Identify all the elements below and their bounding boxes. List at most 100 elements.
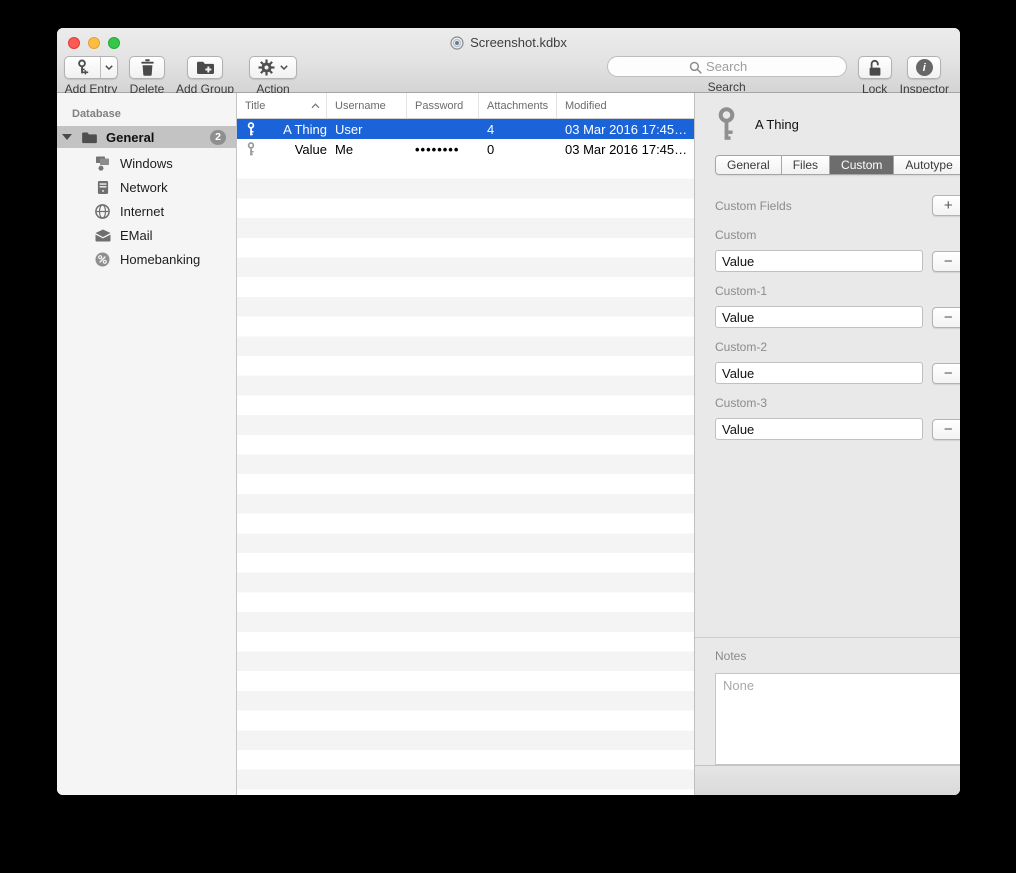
- inspector-footer: [695, 765, 960, 795]
- envelope-icon: [94, 229, 111, 242]
- add-entry-group: Add Entry: [64, 56, 118, 96]
- globe-icon: [94, 204, 111, 219]
- inspector-group: i Inspector: [900, 56, 949, 96]
- custom-field-group: Custom-1 −: [715, 284, 960, 328]
- sidebar: Database General 2: [57, 93, 237, 795]
- search-field[interactable]: [607, 56, 847, 77]
- entry-username: User: [327, 122, 407, 137]
- sidebar-item-email[interactable]: EMail: [57, 223, 236, 247]
- search-group: Search: [607, 56, 847, 94]
- trash-icon: [140, 59, 155, 76]
- percent-circle-icon: [94, 252, 111, 267]
- titlebar[interactable]: Screenshot.kdbx: [57, 28, 960, 56]
- tab-autotype[interactable]: Autotype: [894, 156, 960, 174]
- table-row[interactable]: A Thing User 4 03 Mar 2016 17:45…: [237, 119, 694, 139]
- sidebar-item-network[interactable]: Network: [57, 175, 236, 199]
- info-icon: i: [916, 59, 933, 76]
- notes-section: Notes: [695, 637, 960, 770]
- entry-modified: 03 Mar 2016 17:45…: [557, 122, 694, 137]
- field-value-input[interactable]: [715, 418, 923, 440]
- document-icon: [450, 36, 464, 50]
- disclosure-triangle-icon[interactable]: [62, 134, 72, 140]
- inspector-button[interactable]: i: [907, 56, 941, 79]
- custom-field-group: Custom −: [715, 228, 960, 272]
- column-header-username[interactable]: Username: [327, 93, 407, 118]
- sidebar-item-label: Network: [120, 180, 168, 195]
- remove-field-button[interactable]: −: [932, 307, 960, 328]
- sidebar-item-label: Windows: [120, 156, 173, 171]
- window-title: Screenshot.kdbx: [470, 35, 567, 50]
- server-icon: [94, 180, 111, 195]
- add-entry-button[interactable]: [64, 56, 118, 79]
- inspector-entry-title: A Thing: [755, 117, 799, 132]
- table-row[interactable]: Value Me •••••••• 0 03 Mar 2016 17:45…: [237, 139, 694, 159]
- sidebar-item-label: EMail: [120, 228, 153, 243]
- unlock-icon: [867, 59, 883, 77]
- entry-modified: 03 Mar 2016 17:45…: [557, 142, 694, 157]
- folder-plus-icon: [196, 60, 215, 75]
- column-header-title[interactable]: Title: [237, 93, 327, 118]
- key-icon: [245, 142, 257, 156]
- add-field-button[interactable]: +: [932, 195, 960, 216]
- table-header: Title Username Password Attachments Modi…: [237, 93, 694, 119]
- field-label: Custom-2: [715, 340, 960, 354]
- sidebar-header: Database: [57, 108, 236, 120]
- window-title-area: Screenshot.kdbx: [57, 35, 960, 50]
- field-value-input[interactable]: [715, 362, 923, 384]
- custom-fields-header: Custom Fields +: [715, 195, 960, 216]
- sidebar-item-windows[interactable]: Windows: [57, 151, 236, 175]
- column-header-attachments[interactable]: Attachments: [479, 93, 557, 118]
- table-empty-rows[interactable]: [237, 159, 694, 795]
- action-button[interactable]: [249, 56, 297, 79]
- key-icon: [245, 122, 257, 136]
- sidebar-item-homebanking[interactable]: Homebanking: [57, 247, 236, 271]
- delete-button[interactable]: [129, 56, 165, 79]
- sidebar-item-internet[interactable]: Internet: [57, 199, 236, 223]
- gear-icon: [258, 59, 275, 76]
- key-plus-icon[interactable]: [65, 57, 100, 78]
- custom-field-group: Custom-3 −: [715, 396, 960, 440]
- add-group-button[interactable]: [187, 56, 223, 79]
- notes-label: Notes: [715, 649, 746, 663]
- chevron-down-icon: [280, 65, 288, 70]
- remove-field-button[interactable]: −: [932, 419, 960, 440]
- action-group: Action: [249, 56, 297, 96]
- entry-attachments: 0: [479, 142, 557, 157]
- tab-custom[interactable]: Custom: [830, 156, 894, 174]
- search-icon: [689, 61, 702, 74]
- toolbar: Add Entry Delete: [57, 56, 960, 93]
- entry-attachments: 4: [479, 122, 557, 137]
- notes-textarea[interactable]: [715, 673, 960, 765]
- inspector-tabs: General Files Custom Autotype: [715, 155, 960, 175]
- field-value-input[interactable]: [715, 306, 923, 328]
- search-input[interactable]: [608, 57, 846, 76]
- entry-password: ••••••••: [407, 142, 479, 157]
- entry-username: Me: [327, 142, 407, 157]
- app-window: Screenshot.kdbx: [57, 28, 960, 795]
- sidebar-item-label: Internet: [120, 204, 164, 219]
- sidebar-items: Windows Network: [57, 151, 236, 271]
- key-icon: [715, 107, 738, 141]
- tab-general[interactable]: General: [716, 156, 782, 174]
- add-entry-dropdown[interactable]: [100, 57, 117, 78]
- entry-title: A Thing: [283, 122, 327, 137]
- sort-ascending-icon: [311, 103, 320, 109]
- sidebar-group-general[interactable]: General 2: [57, 126, 236, 148]
- search-label: Search: [708, 80, 746, 94]
- lock-group: Lock: [858, 56, 892, 96]
- field-value-input[interactable]: [715, 250, 923, 272]
- inspector-header: A Thing: [715, 106, 960, 142]
- field-label: Custom: [715, 228, 960, 242]
- remove-field-button[interactable]: −: [932, 363, 960, 384]
- lock-button[interactable]: [858, 56, 892, 79]
- sidebar-group-label: General: [106, 130, 154, 145]
- custom-fields-label: Custom Fields: [715, 199, 792, 213]
- inspector-panel: A Thing General Files Custom Autotype Cu…: [695, 93, 960, 795]
- column-header-password[interactable]: Password: [407, 93, 479, 118]
- custom-field-group: Custom-2 −: [715, 340, 960, 384]
- column-header-modified[interactable]: Modified: [557, 93, 694, 118]
- tab-files[interactable]: Files: [782, 156, 830, 174]
- window-chrome: Screenshot.kdbx: [57, 28, 960, 93]
- delete-group: Delete: [129, 56, 165, 96]
- remove-field-button[interactable]: −: [932, 251, 960, 272]
